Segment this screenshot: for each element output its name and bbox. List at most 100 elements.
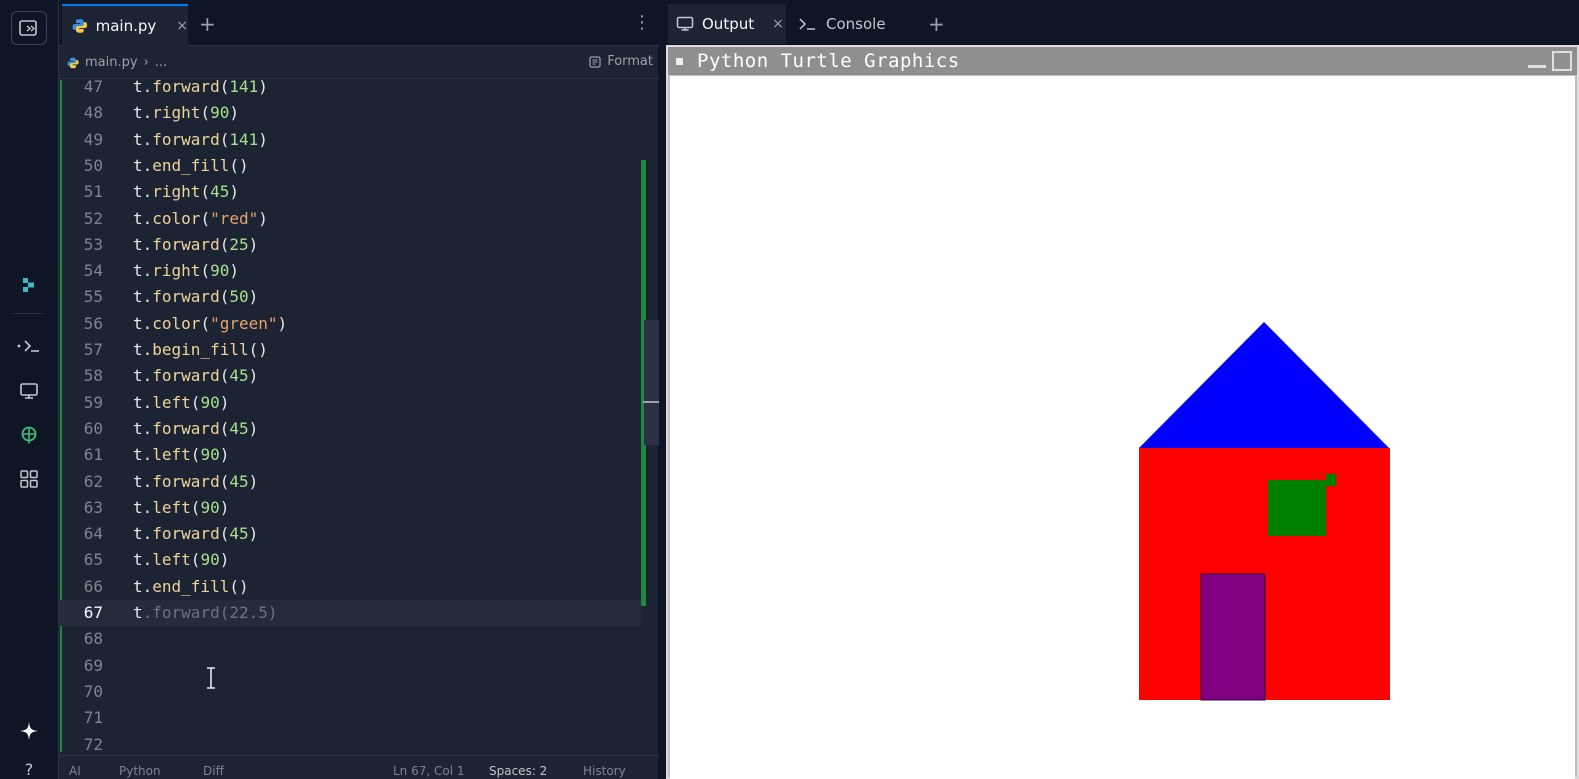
tab-output[interactable]: Output × — [668, 4, 786, 44]
line-number: 57 — [83, 340, 103, 359]
line-number: 48 — [83, 103, 103, 123]
line-number: 70 — [83, 681, 103, 701]
web-globe-icon[interactable] — [14, 420, 44, 450]
editor-tab-bar: main.py × + ⋮ — [59, 0, 659, 46]
code-line[interactable]: 48 t.right(90) — [59, 100, 641, 126]
line-number: 50 — [83, 155, 103, 175]
code-line[interactable]: 66 t.end_fill() — [59, 574, 641, 600]
line-number: 64 — [83, 524, 103, 544]
code-line[interactable]: 71 — [59, 705, 641, 731]
line-number: 58 — [83, 366, 103, 386]
help-icon[interactable]: ? — [14, 754, 44, 779]
close-tab-icon[interactable]: × — [176, 18, 188, 34]
all-tools-icon[interactable] — [14, 464, 44, 494]
code-text: t.left(90) — [133, 550, 230, 570]
sparkle-icon[interactable] — [14, 716, 44, 746]
preview-icon[interactable] — [14, 376, 44, 406]
code-line[interactable]: 52 t.color("red") — [59, 206, 641, 232]
house-window — [1268, 480, 1326, 536]
output-pane: Output × Console + Python Turtle Graphic… — [666, 0, 1579, 779]
ai-status[interactable]: AI — [69, 764, 81, 778]
code-line[interactable]: 60 t.forward(45) — [59, 416, 641, 442]
code-line[interactable]: 57 t.begin_fill() — [59, 337, 641, 363]
code-text: t.forward(141) — [133, 129, 268, 149]
new-tab-button[interactable]: + — [199, 12, 216, 36]
code-line[interactable]: 72 — [59, 732, 641, 753]
line-number: 59 — [83, 392, 103, 412]
breadcrumb-separator: › — [143, 55, 149, 70]
code-text: t.forward(45) — [133, 524, 259, 544]
line-number: 65 — [83, 550, 103, 570]
tab-main-py[interactable]: main.py × — [62, 4, 188, 46]
format-button[interactable]: Format — [589, 54, 653, 69]
line-number: 52 — [83, 208, 103, 228]
line-number: 67 — [83, 603, 103, 622]
line-number: 47 — [83, 80, 103, 96]
shell-icon[interactable] — [14, 331, 44, 361]
format-icon — [589, 55, 601, 68]
code-line[interactable]: 51 t.right(45) — [59, 179, 641, 205]
code-line[interactable]: 59 t.left(90) — [59, 390, 641, 416]
line-number: 60 — [83, 418, 103, 438]
rail-divider — [13, 313, 43, 314]
tab-output-label: Output — [702, 15, 755, 33]
code-text: t.forward(25) — [133, 234, 259, 254]
minimize-icon[interactable] — [1528, 65, 1546, 68]
scrollbar-thumb[interactable] — [644, 320, 659, 445]
code-line[interactable]: 68 — [59, 626, 641, 652]
code-line[interactable]: 69 — [59, 653, 641, 679]
text-cursor-icon — [207, 667, 215, 689]
cursor-position[interactable]: Ln 67, Col 1 — [393, 764, 465, 778]
cursor-marker — [643, 401, 659, 403]
code-line[interactable]: 70 — [59, 679, 641, 705]
code-line[interactable]: 56 t.color("green") — [59, 311, 641, 337]
tab-console-label: Console — [826, 15, 886, 33]
code-line[interactable]: 58 t.forward(45) — [59, 363, 641, 389]
line-number: 53 — [83, 234, 103, 254]
line-number: 54 — [83, 261, 103, 281]
file-tree-icon[interactable] — [11, 11, 47, 45]
code-line[interactable]: 54 t.right(90) — [59, 258, 641, 284]
code-text: t.begin_fill() — [133, 340, 268, 359]
breadcrumb-ellipsis[interactable]: ... — [155, 55, 167, 70]
code-text: t.end_fill() — [133, 576, 249, 596]
monitor-icon — [676, 16, 694, 31]
window-menu-icon[interactable] — [676, 57, 683, 65]
new-tab-button[interactable]: + — [928, 12, 945, 36]
line-number: 66 — [83, 576, 103, 596]
language-status[interactable]: Python — [119, 764, 161, 778]
line-number: 62 — [83, 471, 103, 491]
code-area[interactable]: 47 t.forward(141) 48 t.right(90) 49 t.forward… — [59, 80, 641, 752]
breadcrumb-file[interactable]: main.py — [85, 55, 138, 70]
terminal-icon — [799, 18, 815, 30]
editor-scrollbar[interactable] — [641, 80, 659, 752]
indentation-status[interactable]: Spaces: 2 — [489, 764, 547, 778]
code-line[interactable]: 47 t.forward(141) — [59, 80, 641, 100]
code-line[interactable]: 53 t.forward(25) — [59, 232, 641, 258]
python-icon — [72, 19, 88, 33]
tab-console[interactable]: Console — [792, 4, 910, 44]
breadcrumb: main.py › ... Format — [59, 47, 659, 79]
code-line[interactable]: 64 t.forward(45) — [59, 521, 641, 547]
code-line[interactable]: 67 t.forward(22.5) — [59, 600, 641, 626]
line-number: 55 — [83, 287, 103, 307]
replit-agent-icon[interactable] — [14, 270, 44, 300]
code-line[interactable]: 49 t.forward(141) — [59, 127, 641, 153]
diff-status[interactable]: Diff — [203, 764, 224, 778]
more-options-icon[interactable]: ⋮ — [633, 12, 651, 33]
code-line[interactable]: 61 t.left(90) — [59, 442, 641, 468]
code-line[interactable]: 50 t.end_fill() — [59, 153, 641, 179]
close-tab-icon[interactable]: × — [772, 16, 784, 32]
history-status[interactable]: History — [583, 764, 626, 778]
code-line[interactable]: 65 t.left(90) — [59, 547, 641, 573]
status-bar: AI Python Diff Ln 67, Col 1 Spaces: 2 Hi… — [59, 755, 659, 779]
line-number: 68 — [83, 629, 103, 649]
code-text: t.end_fill() — [133, 155, 249, 175]
left-icon-rail: ? — [0, 0, 58, 779]
code-line[interactable]: 63 t.left(90) — [59, 495, 641, 521]
code-line[interactable]: 62 t.forward(45) — [59, 469, 641, 495]
code-line[interactable]: 55 t.forward(50) — [59, 284, 641, 310]
code-text: t.left(90) — [133, 392, 230, 412]
code-text: t.forward(45) — [133, 471, 259, 491]
maximize-icon[interactable] — [1552, 51, 1572, 71]
